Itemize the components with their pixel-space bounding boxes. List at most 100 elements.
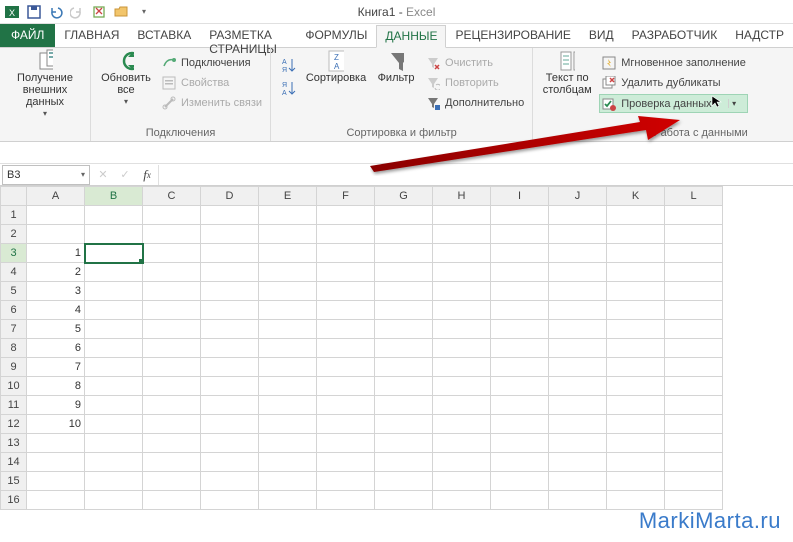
column-header[interactable]: A	[27, 187, 85, 206]
cell[interactable]	[549, 377, 607, 396]
cell[interactable]	[607, 396, 665, 415]
chevron-down-icon[interactable]: ▾	[728, 99, 740, 108]
cell[interactable]	[549, 472, 607, 491]
remove-duplicates-button[interactable]: Удалить дубликаты	[599, 74, 748, 92]
save-icon[interactable]	[24, 2, 44, 22]
refresh-all-button[interactable]: Обновить все ▾	[97, 52, 155, 107]
column-header[interactable]: I	[491, 187, 549, 206]
column-header[interactable]: G	[375, 187, 433, 206]
cell[interactable]	[85, 263, 143, 282]
cell[interactable]	[259, 453, 317, 472]
cell[interactable]	[665, 415, 723, 434]
cell[interactable]	[433, 453, 491, 472]
cell[interactable]	[549, 339, 607, 358]
cell[interactable]	[549, 301, 607, 320]
tab-home[interactable]: ГЛАВНАЯ	[55, 24, 128, 47]
cell[interactable]	[259, 320, 317, 339]
row-header[interactable]: 7	[1, 320, 27, 339]
cell[interactable]	[317, 244, 375, 263]
sort-asc-button[interactable]: АЯ	[277, 54, 299, 76]
cell[interactable]	[549, 434, 607, 453]
cell[interactable]	[143, 301, 201, 320]
cell[interactable]	[665, 282, 723, 301]
qat-customize-icon[interactable]: ▾	[134, 2, 154, 22]
cell[interactable]	[607, 434, 665, 453]
cell[interactable]	[665, 225, 723, 244]
cell[interactable]: 6	[27, 339, 85, 358]
row-header[interactable]: 5	[1, 282, 27, 301]
cell[interactable]	[433, 472, 491, 491]
cell[interactable]	[665, 301, 723, 320]
cell[interactable]	[491, 358, 549, 377]
cell[interactable]	[607, 472, 665, 491]
cell[interactable]	[201, 206, 259, 225]
cell[interactable]	[317, 472, 375, 491]
row-header[interactable]: 8	[1, 339, 27, 358]
row-header[interactable]: 13	[1, 434, 27, 453]
cell[interactable]	[259, 301, 317, 320]
cell[interactable]	[85, 282, 143, 301]
cell[interactable]	[317, 377, 375, 396]
tab-view[interactable]: ВИД	[580, 24, 623, 47]
cell[interactable]	[665, 377, 723, 396]
cell[interactable]	[259, 225, 317, 244]
cell[interactable]	[85, 244, 143, 263]
cell[interactable]	[143, 415, 201, 434]
cell[interactable]	[143, 244, 201, 263]
cell[interactable]	[201, 491, 259, 510]
cell[interactable]	[259, 263, 317, 282]
clear-filter-button[interactable]: Очистить	[423, 54, 526, 72]
cell[interactable]	[607, 415, 665, 434]
cell[interactable]	[375, 396, 433, 415]
formula-input[interactable]	[158, 165, 793, 185]
cell[interactable]	[549, 491, 607, 510]
cell[interactable]	[259, 339, 317, 358]
edit-links-button[interactable]: Изменить связи	[159, 94, 264, 112]
column-header[interactable]: C	[143, 187, 201, 206]
tab-formulas[interactable]: ФОРМУЛЫ	[296, 24, 376, 47]
cell[interactable]	[665, 358, 723, 377]
cell[interactable]	[259, 396, 317, 415]
cell[interactable]	[201, 244, 259, 263]
cell[interactable]	[433, 263, 491, 282]
cell[interactable]	[143, 320, 201, 339]
tab-page-layout[interactable]: РАЗМЕТКА СТРАНИЦЫ	[200, 24, 296, 47]
cell[interactable]	[491, 377, 549, 396]
cell[interactable]	[143, 396, 201, 415]
cell[interactable]	[549, 225, 607, 244]
cell[interactable]	[607, 358, 665, 377]
cell[interactable]	[665, 206, 723, 225]
grid[interactable]: ABCDEFGHIJKL 123142536475869710811912101…	[0, 186, 723, 510]
open-folder-icon[interactable]	[112, 2, 132, 22]
cell[interactable]	[143, 282, 201, 301]
connections-button[interactable]: Подключения	[159, 54, 264, 72]
cell[interactable]	[665, 244, 723, 263]
cell[interactable]	[375, 415, 433, 434]
cell[interactable]	[85, 301, 143, 320]
cell[interactable]	[85, 491, 143, 510]
flash-fill-button[interactable]: Мгновенное заполнение	[599, 54, 748, 72]
cell[interactable]	[143, 453, 201, 472]
qat-button-icon[interactable]	[90, 2, 110, 22]
cell[interactable]	[491, 396, 549, 415]
enter-formula-button[interactable]: ✓	[114, 165, 136, 185]
tab-file[interactable]: ФАЙЛ	[0, 24, 55, 47]
cell[interactable]	[607, 282, 665, 301]
cell[interactable]	[433, 434, 491, 453]
cell[interactable]	[317, 415, 375, 434]
cell[interactable]	[491, 263, 549, 282]
row-header[interactable]: 4	[1, 263, 27, 282]
cell[interactable]	[549, 453, 607, 472]
cell[interactable]	[549, 263, 607, 282]
cell[interactable]	[491, 434, 549, 453]
cell[interactable]	[201, 377, 259, 396]
cell[interactable]	[665, 434, 723, 453]
column-header[interactable]: L	[665, 187, 723, 206]
cell[interactable]	[143, 263, 201, 282]
cell[interactable]	[607, 263, 665, 282]
cell[interactable]	[85, 377, 143, 396]
cell[interactable]	[665, 339, 723, 358]
cell[interactable]	[259, 282, 317, 301]
get-external-data-button[interactable]: Получение внешних данных ▾	[6, 52, 84, 119]
cell[interactable]	[85, 396, 143, 415]
